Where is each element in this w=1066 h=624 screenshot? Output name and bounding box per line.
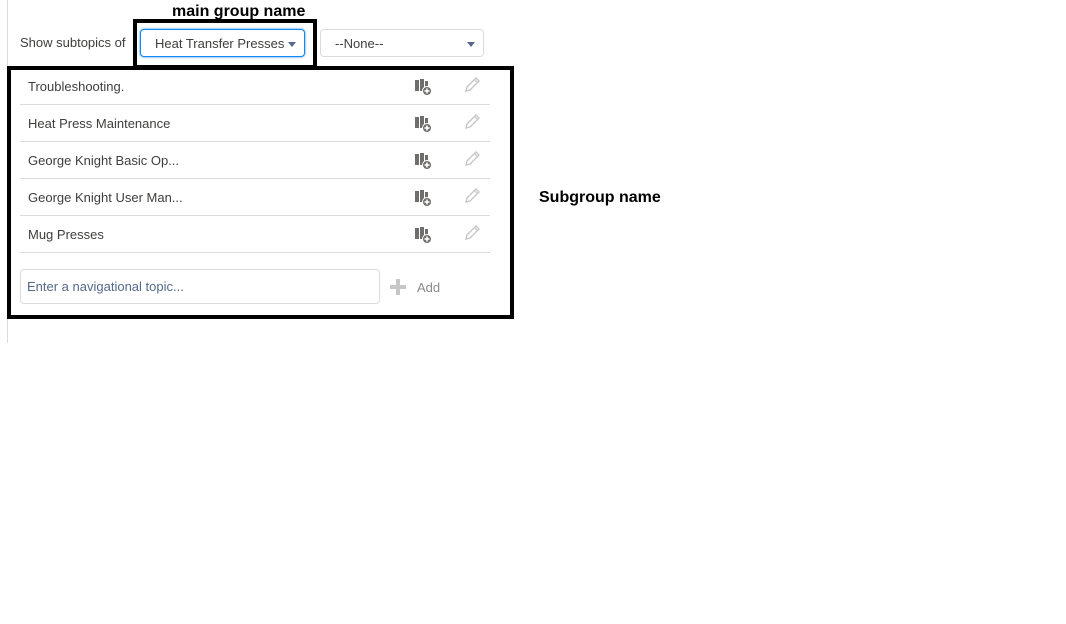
secondary-topic-value: --None-- bbox=[335, 36, 384, 51]
topic-name[interactable]: Heat Press Maintenance bbox=[28, 116, 170, 131]
show-subtopics-label: Show subtopics of bbox=[20, 35, 126, 50]
pencil-icon[interactable] bbox=[463, 150, 481, 168]
book-add-icon[interactable] bbox=[414, 226, 432, 244]
chevron-down-icon bbox=[467, 42, 475, 47]
secondary-topic-select[interactable]: --None-- bbox=[320, 29, 484, 57]
primary-topic-select[interactable]: Heat Transfer Presses bbox=[140, 29, 305, 57]
topic-row: Heat Press Maintenance bbox=[20, 105, 490, 142]
topic-row: Mug Presses bbox=[20, 216, 490, 253]
new-topic-input[interactable] bbox=[20, 269, 380, 304]
topic-name[interactable]: Mug Presses bbox=[28, 227, 104, 242]
book-add-icon[interactable] bbox=[414, 152, 432, 170]
plus-icon bbox=[390, 279, 406, 295]
chevron-down-icon bbox=[288, 42, 296, 47]
book-add-icon[interactable] bbox=[414, 189, 432, 207]
topic-row: Troubleshooting. bbox=[20, 68, 490, 105]
topic-name[interactable]: George Knight User Man... bbox=[28, 190, 183, 205]
book-add-icon[interactable] bbox=[414, 78, 432, 96]
pencil-icon[interactable] bbox=[463, 187, 481, 205]
add-topic-label: Add bbox=[417, 279, 441, 295]
topic-name[interactable]: Troubleshooting. bbox=[28, 79, 124, 94]
pencil-icon[interactable] bbox=[463, 224, 481, 242]
pencil-icon[interactable] bbox=[463, 113, 481, 131]
topic-row: George Knight Basic Op... bbox=[20, 142, 490, 179]
pencil-icon[interactable] bbox=[463, 76, 481, 94]
annotation-subgroup: Subgroup name bbox=[539, 189, 661, 206]
add-topic-button[interactable]: Add bbox=[390, 277, 440, 297]
topic-name[interactable]: George Knight Basic Op... bbox=[28, 153, 179, 168]
topic-row: George Knight User Man... bbox=[20, 179, 490, 216]
primary-topic-value: Heat Transfer Presses bbox=[155, 36, 285, 51]
book-add-icon[interactable] bbox=[414, 115, 432, 133]
